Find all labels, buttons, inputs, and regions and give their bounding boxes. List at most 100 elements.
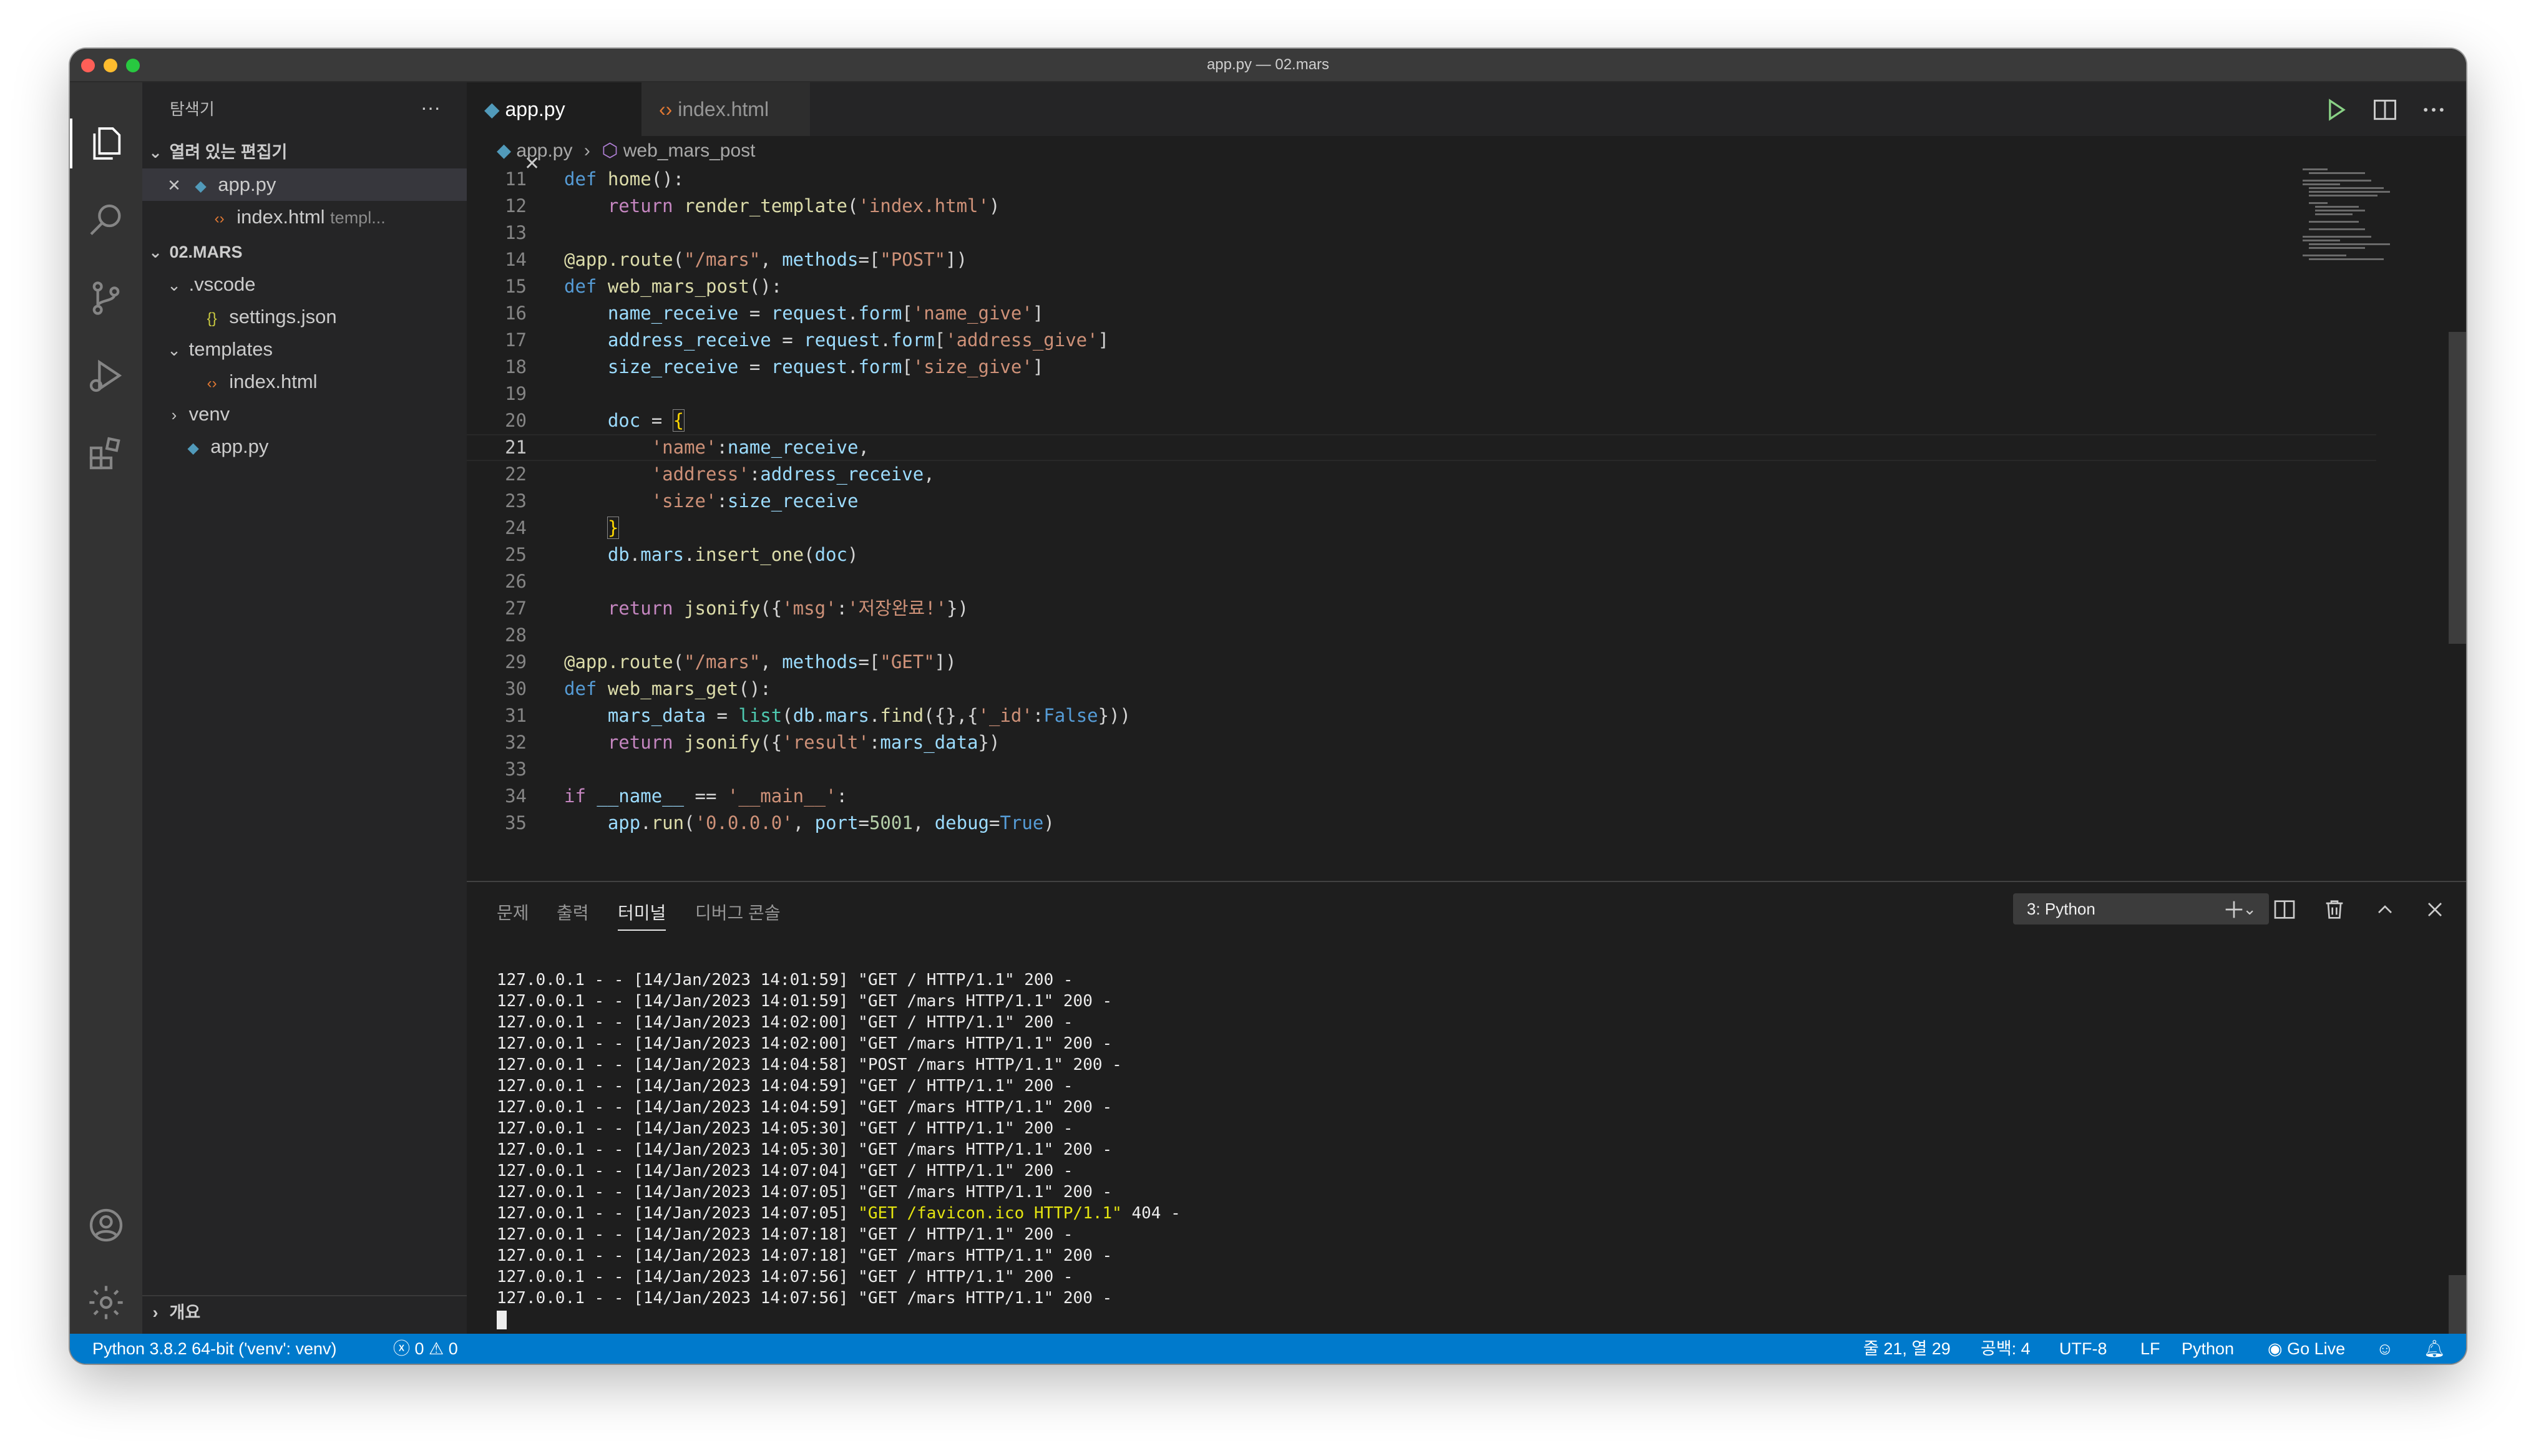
terminal-line: 127.0.0.1 - - [14/Jan/2023 14:07:56] "GE… <box>497 1268 1073 1286</box>
tree-item-label: templates <box>188 338 273 360</box>
tab-terminal[interactable]: 터미널 <box>618 895 666 931</box>
terminal-line: 127.0.0.1 - - [14/Jan/2023 14:01:59] "GE… <box>497 992 1113 1011</box>
breadcrumb-file[interactable]: app.py <box>516 140 572 161</box>
more-icon[interactable]: ··· <box>421 82 441 132</box>
search-icon[interactable] <box>86 201 126 241</box>
code-line: 17 address_receive = request.form['addre… <box>505 329 1110 351</box>
go-live-button[interactable]: ◉ Go Live <box>2268 1334 2345 1364</box>
code-line: 31 mars_data = list(db.mars.find({},{'_i… <box>505 705 1131 726</box>
editor-group: ◆ app.py ✕ ‹› index.html ◆ app.py › ⬡ we… <box>467 82 2466 881</box>
code-editor[interactable]: 11 def home(): 12 return render_template(… <box>467 166 2376 881</box>
code-line: 13 <box>505 222 527 243</box>
tree-item-settings-json[interactable]: {} settings.json <box>142 301 467 333</box>
extensions-icon[interactable] <box>86 433 126 473</box>
code-line: 11 def home(): <box>505 168 685 190</box>
tab-bar: ◆ app.py ✕ ‹› index.html <box>467 82 2466 174</box>
panel-actions <box>2199 897 2447 925</box>
terminal-line: 127.0.0.1 - - [14/Jan/2023 14:02:00] "GE… <box>497 1034 1113 1053</box>
trash-icon[interactable] <box>2322 897 2347 922</box>
tab-output[interactable]: 출력 <box>557 895 589 932</box>
terminal-line: 127.0.0.1 - - [14/Jan/2023 14:05:30] "GE… <box>497 1119 1073 1138</box>
run-debug-icon[interactable] <box>86 356 126 396</box>
code-line: 15 def web_mars_post(): <box>505 276 783 297</box>
code-line: 26 <box>505 571 527 592</box>
tree-item-label: app.py <box>210 435 269 457</box>
split-editor-icon[interactable] <box>2371 96 2399 124</box>
folder-section[interactable]: ⌄ 02.MARS <box>142 236 467 268</box>
tree-item-app-py[interactable]: ◆ app.py <box>142 430 467 463</box>
language-mode[interactable]: Python <box>2182 1334 2234 1364</box>
status-bar: Python 3.8.2 64-bit ('venv': venv) ⓧ 0 ⚠… <box>70 1334 2466 1364</box>
code-line: 19 <box>505 383 527 404</box>
encoding[interactable]: UTF-8 <box>2059 1334 2107 1364</box>
terminal-cursor <box>497 1310 507 1329</box>
tree-item-label: venv <box>188 403 230 425</box>
close-icon[interactable]: ✕ <box>165 169 183 201</box>
chevron-right-icon: › <box>583 140 590 161</box>
gear-icon[interactable] <box>86 1283 126 1323</box>
tree-item-label: .vscode <box>188 273 256 295</box>
code-line: 16 name_receive = request.form['name_giv… <box>505 303 1044 324</box>
feedback-icon[interactable]: ☺ <box>2376 1334 2394 1364</box>
html-file-icon: ‹› <box>659 98 673 120</box>
tree-item-label: settings.json <box>229 306 337 328</box>
split-terminal-icon[interactable] <box>2272 897 2297 922</box>
terminal-line: 127.0.0.1 - - [14/Jan/2023 14:07:05] "GE… <box>497 1204 1181 1223</box>
indentation[interactable]: 공백: 4 <box>1981 1334 2031 1364</box>
python-interpreter[interactable]: Python 3.8.2 64-bit ('venv': venv) <box>92 1334 337 1364</box>
account-icon[interactable] <box>86 1205 126 1245</box>
terminal-select-value: 3: Python <box>2027 900 2095 918</box>
tree-item-templates[interactable]: ⌄ templates <box>142 333 467 366</box>
tree-item-venv[interactable]: › venv <box>142 398 467 430</box>
error-count: 0 <box>414 1339 424 1358</box>
plus-icon[interactable] <box>2221 897 2246 922</box>
chevron-down-icon: ⌄ <box>149 143 162 162</box>
terminal-line: 127.0.0.1 - - [14/Jan/2023 14:01:59] "GE… <box>497 971 1073 989</box>
code-line: 32 return jsonify({'result':mars_data}) <box>505 732 1000 753</box>
code-line: 29 @app.route("/mars", methods=["GET"]) <box>505 651 957 672</box>
window-title: app.py — 02.mars <box>1206 56 1330 73</box>
code-line: 30 def web_mars_get(): <box>505 678 771 699</box>
html-file-icon: ‹› <box>214 210 225 227</box>
terminal-line: 127.0.0.1 - - [14/Jan/2023 14:04:59] "GE… <box>497 1098 1113 1117</box>
code-line: 33 <box>505 759 527 780</box>
run-icon[interactable] <box>2322 96 2349 124</box>
problems-indicator[interactable]: ⓧ 0 ⚠ 0 <box>393 1334 458 1364</box>
open-editors-section[interactable]: ⌄ 열려 있는 편집기 <box>142 136 467 168</box>
breadcrumb-symbol[interactable]: web_mars_post <box>623 140 756 161</box>
cursor-position[interactable]: 줄 21, 열 29 <box>1863 1334 1951 1364</box>
close-icon[interactable] <box>2422 897 2447 922</box>
tree-item-vscode[interactable]: ⌄ .vscode <box>142 268 467 301</box>
minimize-window-button[interactable] <box>104 59 117 72</box>
terminal-line: 127.0.0.1 - - [14/Jan/2023 14:04:58] "PO… <box>497 1056 1122 1074</box>
terminal-line: 127.0.0.1 - - [14/Jan/2023 14:07:18] "GE… <box>497 1246 1113 1265</box>
code-line: 12 return render_template('index.html') <box>505 195 1000 216</box>
terminal-scrollbar[interactable] <box>2449 1275 2466 1335</box>
zoom-window-button[interactable] <box>126 59 140 72</box>
bell-icon[interactable]: 🔔︎ <box>2424 1334 2445 1364</box>
code-line: 27 return jsonify({'msg':'저장완료!'}) <box>505 598 969 619</box>
editor-actions <box>2303 96 2447 124</box>
terminal-line: 127.0.0.1 - - [14/Jan/2023 14:04:59] "GE… <box>497 1077 1073 1095</box>
tree-item-index-html[interactable]: ‹› index.html <box>142 366 467 398</box>
terminal-line: 127.0.0.1 - - [14/Jan/2023 14:07:18] "GE… <box>497 1225 1073 1244</box>
source-control-icon[interactable] <box>86 278 126 318</box>
open-editor-index-html[interactable]: ‹› index.html templ... <box>142 201 467 233</box>
explorer-icon[interactable] <box>86 124 126 163</box>
tab-debug-console[interactable]: 디버그 콘솔 <box>695 895 781 932</box>
editor-scrollbar[interactable] <box>2449 332 2466 644</box>
open-editor-app-py[interactable]: ✕ ◆ app.py <box>142 168 467 201</box>
end-of-line[interactable]: LF <box>2140 1334 2160 1364</box>
tab-index-html[interactable]: ‹› index.html <box>641 82 810 136</box>
open-editor-detail: templ... <box>330 208 386 227</box>
close-window-button[interactable] <box>81 59 95 72</box>
chevron-up-icon[interactable] <box>2373 897 2397 922</box>
python-file-icon: ◆ <box>484 98 500 120</box>
more-icon[interactable] <box>2420 96 2447 124</box>
error-icon: ⓧ <box>393 1339 410 1358</box>
tab-app-py[interactable]: ◆ app.py ✕ <box>467 82 641 174</box>
tab-problems[interactable]: 문제 <box>497 895 529 932</box>
minimap[interactable] <box>2303 166 2444 266</box>
terminal-output[interactable]: 127.0.0.1 - - [14/Jan/2023 14:01:59] "GE… <box>497 969 1181 1330</box>
outline-section[interactable]: › 개요 <box>142 1295 467 1329</box>
